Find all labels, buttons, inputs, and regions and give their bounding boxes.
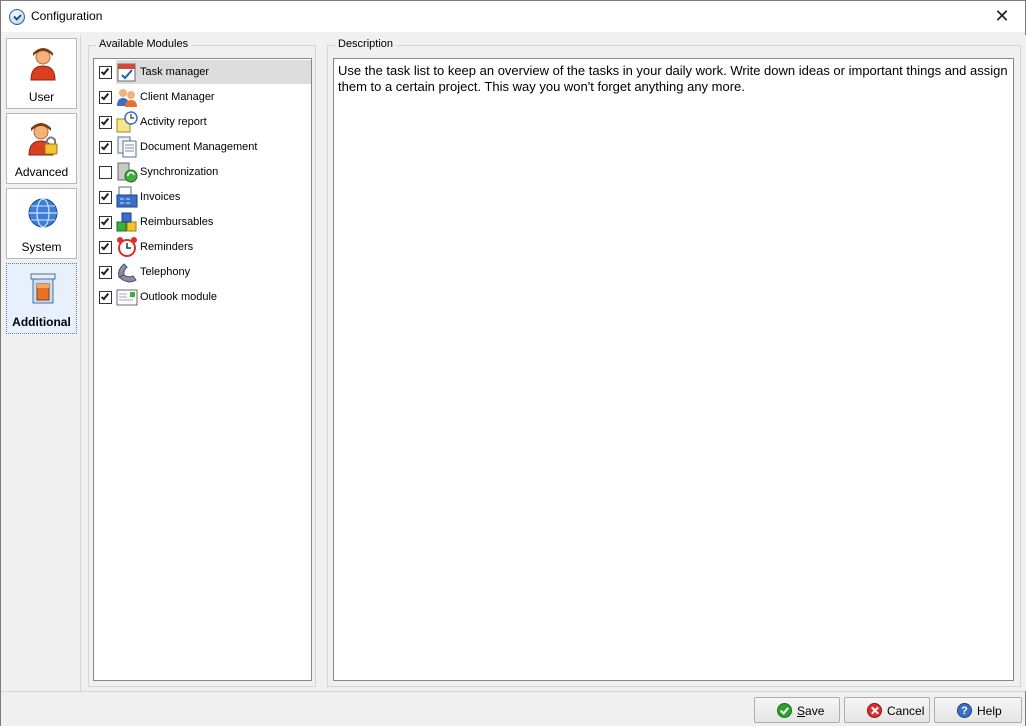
synchronization-icon bbox=[117, 162, 138, 183]
nav-item-user[interactable]: User bbox=[6, 38, 77, 109]
cancel-button-label: Cancel bbox=[887, 704, 925, 718]
save-button-label: Save bbox=[797, 704, 825, 718]
module-checkbox[interactable] bbox=[99, 191, 112, 204]
content-panel: Available Modules Task manager Client Ma… bbox=[80, 35, 1026, 691]
nav-item-label: System bbox=[21, 240, 62, 254]
module-label: Invoices bbox=[140, 191, 181, 203]
module-item-reminders[interactable]: Reminders bbox=[94, 235, 311, 260]
module-label: Client Manager bbox=[140, 91, 215, 103]
description-legend: Description bbox=[335, 38, 397, 50]
help-button-label: Help bbox=[977, 704, 1002, 718]
module-item-client-manager[interactable]: Client Manager bbox=[94, 85, 311, 110]
module-item-telephony[interactable]: Telephony bbox=[94, 260, 311, 285]
reimbursables-icon bbox=[116, 212, 137, 232]
telephony-icon bbox=[118, 263, 137, 283]
description-text: Use the task list to keep an overview of… bbox=[333, 58, 1014, 681]
module-checkbox[interactable] bbox=[99, 91, 112, 104]
invoices-icon bbox=[116, 186, 138, 208]
additional-icon bbox=[30, 273, 56, 304]
category-nav: User Advanced System Additional bbox=[1, 32, 80, 691]
module-checkbox[interactable] bbox=[99, 291, 112, 304]
globe-icon bbox=[28, 198, 58, 228]
module-item-reimbursables[interactable]: Reimbursables bbox=[94, 210, 311, 235]
module-label: Telephony bbox=[140, 266, 191, 278]
user-lock-icon bbox=[28, 123, 58, 156]
title-bar: Configuration ✕ bbox=[1, 1, 1025, 32]
module-checkbox[interactable] bbox=[99, 166, 112, 179]
cancel-icon bbox=[867, 703, 882, 718]
module-checkbox[interactable] bbox=[99, 266, 112, 279]
reminders-icon bbox=[117, 237, 137, 257]
help-icon: ? bbox=[957, 703, 972, 718]
user-icon bbox=[30, 48, 56, 81]
module-item-activity-report[interactable]: Activity report bbox=[94, 110, 311, 135]
module-label: Reimbursables bbox=[140, 216, 214, 228]
nav-item-label: User bbox=[28, 90, 55, 104]
module-checkbox[interactable] bbox=[99, 116, 112, 129]
nav-item-label: Additional bbox=[12, 315, 71, 329]
save-button[interactable]: Save bbox=[754, 697, 840, 723]
module-label: Activity report bbox=[140, 116, 207, 128]
module-item-task-manager[interactable]: Task manager bbox=[94, 60, 311, 85]
module-item-invoices[interactable]: Invoices bbox=[94, 185, 311, 210]
module-label: Synchronization bbox=[140, 166, 219, 178]
module-item-outlook-module[interactable]: Outlook module bbox=[94, 285, 311, 310]
module-checkbox[interactable] bbox=[99, 66, 112, 79]
close-icon[interactable]: ✕ bbox=[979, 1, 1025, 32]
nav-item-label: Advanced bbox=[14, 165, 69, 179]
available-modules-legend: Available Modules bbox=[96, 38, 192, 50]
cancel-button[interactable]: Cancel bbox=[844, 697, 930, 723]
module-label: Outlook module bbox=[140, 291, 218, 303]
nav-item-advanced[interactable]: Advanced bbox=[6, 113, 77, 184]
module-label: Task manager bbox=[140, 64, 214, 81]
help-button[interactable]: ? Help bbox=[934, 697, 1022, 723]
client-manager-icon bbox=[117, 89, 137, 107]
module-label: Document Management bbox=[140, 141, 258, 153]
available-modules-group: Available Modules Task manager Client Ma… bbox=[88, 38, 316, 687]
description-group: Description Use the task list to keep an… bbox=[327, 38, 1021, 687]
check-icon bbox=[777, 703, 792, 718]
document-management-icon bbox=[117, 136, 137, 158]
configuration-window: Configuration ✕ User Advanced System Add… bbox=[0, 0, 1026, 726]
outlook-module-icon bbox=[116, 289, 138, 306]
nav-item-additional[interactable]: Additional bbox=[6, 263, 77, 334]
module-item-document-management[interactable]: Document Management bbox=[94, 135, 311, 160]
nav-item-system[interactable]: System bbox=[6, 188, 77, 259]
module-list[interactable]: Task manager Client Manager Activity rep… bbox=[93, 58, 312, 681]
module-item-synchronization[interactable]: Synchronization bbox=[94, 160, 311, 185]
activity-report-icon bbox=[116, 111, 138, 133]
task-manager-icon bbox=[117, 63, 136, 82]
app-icon bbox=[9, 9, 25, 25]
window-title: Configuration bbox=[31, 9, 103, 23]
module-checkbox[interactable] bbox=[99, 216, 112, 229]
module-label: Reminders bbox=[140, 241, 194, 253]
module-checkbox[interactable] bbox=[99, 141, 112, 154]
module-checkbox[interactable] bbox=[99, 241, 112, 254]
button-bar: Save Cancel ? Help bbox=[1, 691, 1025, 726]
